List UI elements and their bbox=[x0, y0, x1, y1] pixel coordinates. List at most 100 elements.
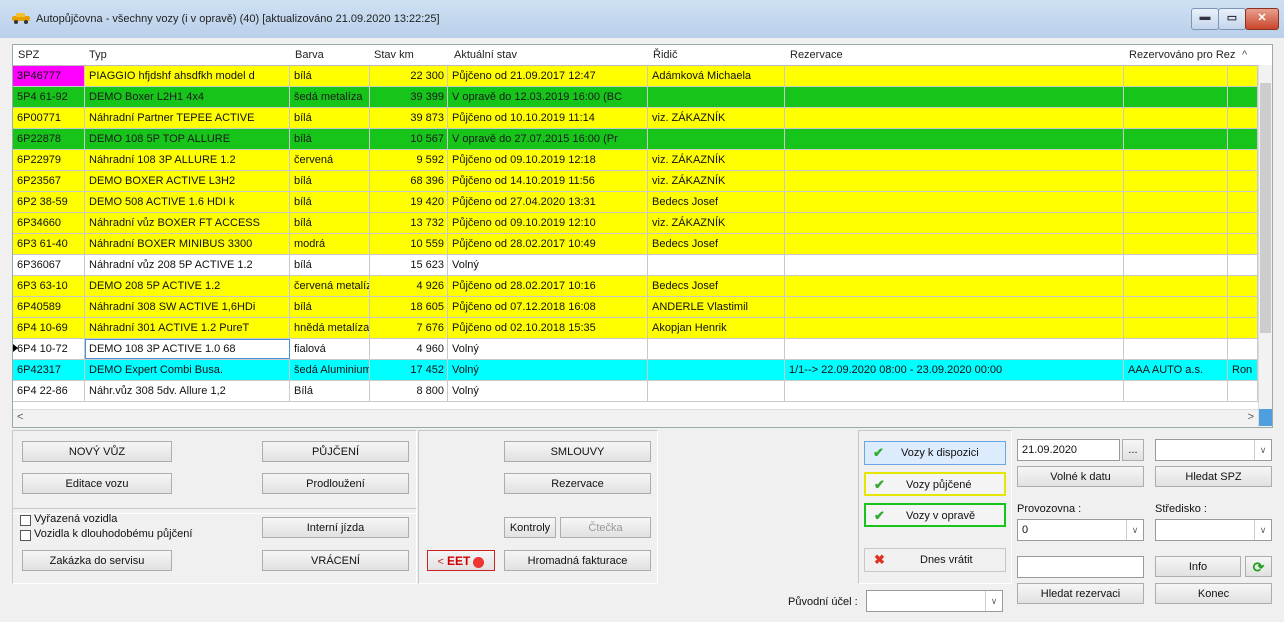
vertical-scroll-thumb[interactable] bbox=[1260, 83, 1271, 333]
cell-rezpro[interactable] bbox=[1124, 108, 1228, 128]
cell-rez[interactable] bbox=[785, 150, 1124, 170]
cell-km[interactable]: 18 605 bbox=[370, 297, 448, 317]
close-button[interactable]: ✕ bbox=[1245, 8, 1279, 30]
cell-typ[interactable]: DEMO Expert Combi Busa. bbox=[85, 360, 290, 380]
cell-rezpro[interactable] bbox=[1124, 297, 1228, 317]
cell-rezpro[interactable] bbox=[1124, 318, 1228, 338]
cell-rezx[interactable] bbox=[1228, 129, 1258, 149]
cell-rezpro[interactable] bbox=[1124, 339, 1228, 359]
cell-typ[interactable]: Náhradní 308 SW ACTIVE 1,6HDi bbox=[85, 297, 290, 317]
date-field[interactable]: 21.09.2020 bbox=[1017, 439, 1120, 461]
cell-rez[interactable] bbox=[785, 192, 1124, 212]
cell-barva[interactable]: bílá bbox=[290, 66, 370, 86]
cell-spz[interactable]: 3P46777 bbox=[13, 66, 85, 86]
scroll-left-icon[interactable]: < bbox=[17, 411, 23, 423]
cell-spz[interactable]: 6P4 10-69 bbox=[13, 318, 85, 338]
cell-rez[interactable] bbox=[785, 234, 1124, 254]
table-row[interactable]: 6P3 63-10 DEMO 208 5P ACTIVE 1.2 červená m… bbox=[13, 276, 1258, 297]
cell-rezpro[interactable] bbox=[1124, 381, 1228, 401]
volne-k-datu-button[interactable]: Volné k datu bbox=[1017, 466, 1144, 487]
cell-rezx[interactable] bbox=[1228, 66, 1258, 86]
table-row[interactable]: 3P46777 PIAGGIO hfjdshf ahsdfkh model d bí… bbox=[13, 66, 1258, 87]
cell-spz[interactable]: 6P3 61-40 bbox=[13, 234, 85, 254]
cell-km[interactable]: 7 676 bbox=[370, 318, 448, 338]
cell-km[interactable]: 19 420 bbox=[370, 192, 448, 212]
vozy-pujcene-toggle[interactable]: ✔ Vozy půjčené bbox=[864, 472, 1006, 496]
table-row[interactable]: 5P4 61-92 DEMO Boxer L2H1 4x4 šedá metalíz… bbox=[13, 87, 1258, 108]
info-button[interactable]: Info bbox=[1155, 556, 1241, 577]
cell-barva[interactable]: Bílá bbox=[290, 381, 370, 401]
cell-typ[interactable]: Náhr.vůz 308 5dv. Allure 1,2 bbox=[85, 381, 290, 401]
cell-km[interactable]: 68 396 bbox=[370, 171, 448, 191]
cell-km[interactable]: 22 300 bbox=[370, 66, 448, 86]
cell-stav[interactable]: Volný bbox=[448, 339, 648, 359]
cell-rezx[interactable] bbox=[1228, 318, 1258, 338]
zakazka-button[interactable]: Zakázka do servisu bbox=[22, 550, 172, 571]
cell-rezx[interactable] bbox=[1228, 276, 1258, 296]
cell-barva[interactable]: fialová bbox=[290, 339, 370, 359]
cell-km[interactable]: 4 960 bbox=[370, 339, 448, 359]
cell-rez[interactable] bbox=[785, 108, 1124, 128]
cell-rezpro[interactable] bbox=[1124, 150, 1228, 170]
hledat-spz-button[interactable]: Hledat SPZ bbox=[1155, 466, 1272, 487]
cell-rezpro[interactable] bbox=[1124, 255, 1228, 275]
cell-spz[interactable]: 5P4 61-92 bbox=[13, 87, 85, 107]
hledat-rezervaci-button[interactable]: Hledat rezervaci bbox=[1017, 583, 1144, 604]
vehicles-grid[interactable]: SPZ Typ Barva Stav km Aktuální stav Řidi… bbox=[12, 44, 1273, 428]
editace-vozu-button[interactable]: Editace vozu bbox=[22, 473, 172, 494]
cell-rezpro[interactable] bbox=[1124, 276, 1228, 296]
cell-km[interactable]: 10 559 bbox=[370, 234, 448, 254]
cell-spz[interactable]: 6P23567 bbox=[13, 171, 85, 191]
col-barva[interactable]: Barva bbox=[295, 49, 324, 61]
cell-barva[interactable]: bílá bbox=[290, 297, 370, 317]
vertical-scrollbar[interactable] bbox=[1258, 65, 1272, 427]
cell-km[interactable]: 10 567 bbox=[370, 129, 448, 149]
cell-ridic[interactable] bbox=[648, 339, 785, 359]
table-row[interactable]: 6P40589 Náhradní 308 SW ACTIVE 1,6HDi bílá… bbox=[13, 297, 1258, 318]
cell-rezx[interactable]: Ron bbox=[1228, 360, 1258, 380]
cell-rezx[interactable] bbox=[1228, 234, 1258, 254]
cell-stav[interactable]: Půjčeno od 21.09.2017 12:47 bbox=[448, 66, 648, 86]
table-row[interactable]: 6P36067 Náhradní vůz 208 5P ACTIVE 1.2 bíl… bbox=[13, 255, 1258, 276]
cell-ridic[interactable]: viz. ZÁKAZNÍK bbox=[648, 150, 785, 170]
cell-barva[interactable]: červená bbox=[290, 150, 370, 170]
cell-ridic[interactable] bbox=[648, 360, 785, 380]
cell-rezpro[interactable] bbox=[1124, 87, 1228, 107]
cell-rezpro[interactable] bbox=[1124, 66, 1228, 86]
cell-typ[interactable]: Náhradní BOXER MINIBUS 3300 bbox=[85, 234, 290, 254]
cell-rezx[interactable] bbox=[1228, 255, 1258, 275]
table-row[interactable]: 6P22979 Náhradní 108 3P ALLURE 1.2 červená… bbox=[13, 150, 1258, 171]
cell-rezx[interactable] bbox=[1228, 192, 1258, 212]
cell-rezpro[interactable] bbox=[1124, 129, 1228, 149]
cell-rezx[interactable] bbox=[1228, 150, 1258, 170]
cell-typ[interactable]: DEMO Boxer L2H1 4x4 bbox=[85, 87, 290, 107]
cell-stav[interactable]: Volný bbox=[448, 255, 648, 275]
cell-spz[interactable]: 6P00771 bbox=[13, 108, 85, 128]
cell-rezpro[interactable] bbox=[1124, 234, 1228, 254]
prodlouzeni-button[interactable]: Prodloužení bbox=[262, 473, 409, 494]
cell-stav[interactable]: Půjčeno od 10.10.2019 11:14 bbox=[448, 108, 648, 128]
refresh-icon[interactable]: ⟳ bbox=[1245, 556, 1272, 577]
cell-typ[interactable]: Náhradní vůz BOXER FT ACCESS bbox=[85, 213, 290, 233]
cell-spz[interactable]: 6P34660 bbox=[13, 213, 85, 233]
cell-typ[interactable]: PIAGGIO hfjdshf ahsdfkh model d bbox=[85, 66, 290, 86]
cell-ridic[interactable] bbox=[648, 381, 785, 401]
cell-barva[interactable]: bílá bbox=[290, 213, 370, 233]
novy-vuz-button[interactable]: NOVÝ VŮZ bbox=[22, 441, 172, 462]
eet-button[interactable]: < EET bbox=[427, 550, 495, 571]
cell-stav[interactable]: Půjčeno od 02.10.2018 15:35 bbox=[448, 318, 648, 338]
kontroly-button[interactable]: Kontroly bbox=[504, 517, 556, 538]
scroll-right-icon[interactable]: > bbox=[1248, 411, 1254, 423]
cell-rez[interactable] bbox=[785, 87, 1124, 107]
cell-spz[interactable]: 6P40589 bbox=[13, 297, 85, 317]
table-row[interactable]: 6P4 10-72 DEMO 108 3P ACTIVE 1.0 68 fialov… bbox=[13, 339, 1258, 360]
table-row[interactable]: 6P4 22-86 Náhr.vůz 308 5dv. Allure 1,2 Bíl… bbox=[13, 381, 1258, 402]
cell-typ[interactable]: DEMO 208 5P ACTIVE 1.2 bbox=[85, 276, 290, 296]
konec-button[interactable]: Konec bbox=[1155, 583, 1272, 604]
table-row[interactable]: 6P00771 Náhradní Partner TEPEE ACTIVE bílá… bbox=[13, 108, 1258, 129]
cell-barva[interactable]: červená metalíz bbox=[290, 276, 370, 296]
smlouvy-button[interactable]: SMLOUVY bbox=[504, 441, 651, 462]
cell-barva[interactable]: modrá bbox=[290, 234, 370, 254]
cell-stav[interactable]: Půjčeno od 07.12.2018 16:08 bbox=[448, 297, 648, 317]
cell-ridic[interactable]: Akopjan Henrik bbox=[648, 318, 785, 338]
